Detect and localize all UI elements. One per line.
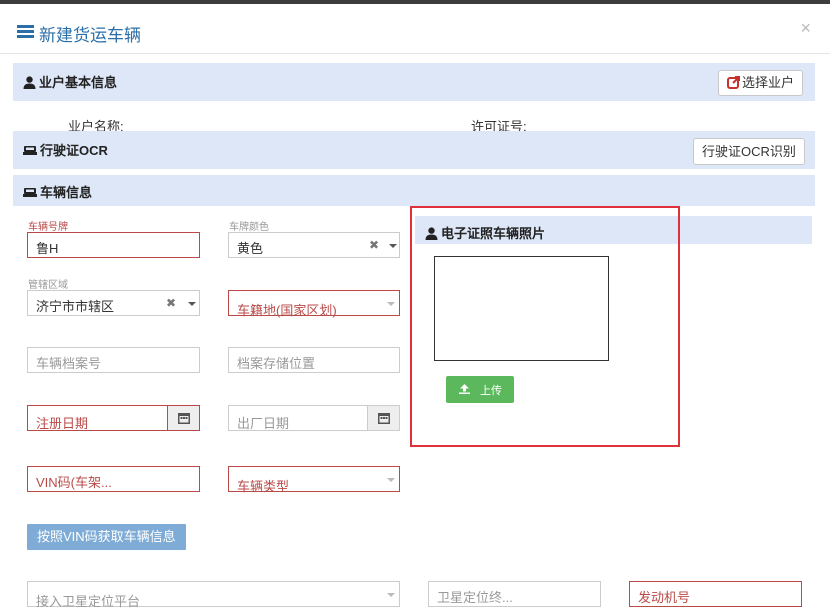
plate-label: 车辆号牌 xyxy=(28,222,68,233)
clear-icon[interactable]: ✖ xyxy=(166,296,176,310)
vin-fetch-button[interactable]: 按照VIN码获取车辆信息 xyxy=(27,524,186,550)
archive-location-input[interactable]: 档案存储位置 xyxy=(228,347,400,373)
calendar-button[interactable] xyxy=(167,405,200,431)
car-icon xyxy=(23,146,37,155)
origin-region-select[interactable]: 车籍地(国家区划) xyxy=(228,290,400,318)
chevron-down-icon xyxy=(387,593,395,597)
district-label: 管辖区域 xyxy=(28,280,68,291)
owner-section-title: 业户基本信息 xyxy=(23,72,117,91)
plate-color-select[interactable]: 黄色 ✖ xyxy=(228,232,400,258)
district-select[interactable]: 济宁市市辖区 ✖ xyxy=(27,290,200,316)
vehicle-type-select[interactable]: 车辆类型 xyxy=(228,466,400,494)
list-icon xyxy=(17,25,34,39)
external-link-icon xyxy=(727,76,740,89)
gps-terminal-input[interactable]: 卫星定位终... xyxy=(428,581,601,607)
vehicle-section-title: 车辆信息 xyxy=(23,182,92,201)
plate-number-input[interactable]: 鲁H xyxy=(27,232,200,258)
factory-date-input[interactable]: 出厂日期 xyxy=(228,405,400,431)
calendar-icon xyxy=(378,413,390,424)
user-icon xyxy=(23,76,36,89)
engine-number-input[interactable]: 发动机号 xyxy=(629,581,802,607)
ocr-section-title: 行驶证OCR xyxy=(23,140,108,159)
vin-input[interactable]: VIN码(车架... xyxy=(27,466,200,492)
register-date-input[interactable]: 注册日期 xyxy=(27,405,200,431)
car-icon xyxy=(23,188,37,197)
modal-title: 新建货运车辆 xyxy=(39,26,141,45)
vehicle-section-header: 车辆信息 xyxy=(13,175,815,206)
gps-platform-select[interactable]: 接入卫星定位平台 xyxy=(27,581,400,609)
chevron-down-icon xyxy=(387,302,395,306)
select-owner-button[interactable]: 选择业户 xyxy=(718,70,804,96)
ocr-recognize-button[interactable]: 行驶证OCR识别 xyxy=(693,138,805,165)
owner-section-header: 业户基本信息 xyxy=(13,63,815,101)
calendar-icon xyxy=(178,413,190,424)
calendar-button[interactable] xyxy=(367,405,400,431)
chevron-down-icon xyxy=(387,478,395,482)
close-button[interactable]: × xyxy=(800,18,811,39)
chevron-down-icon xyxy=(188,302,196,306)
modal-header: 新建货运车辆 × xyxy=(0,4,830,54)
highlight-box xyxy=(410,206,680,447)
chevron-down-icon xyxy=(389,244,397,248)
archive-number-input[interactable]: 车辆档案号 xyxy=(27,347,200,373)
plate-color-label: 车牌颜色 xyxy=(229,222,269,233)
clear-icon[interactable]: ✖ xyxy=(369,238,379,252)
